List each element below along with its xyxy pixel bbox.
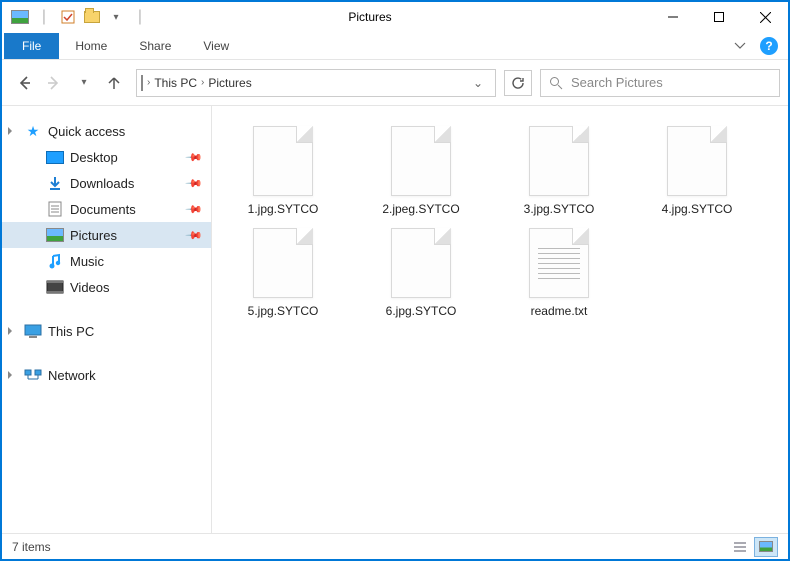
ribbon: File Home Share View ? [2, 32, 788, 60]
explorer-window: | ▾ | Pictures File Home Share View ? ▾ … [0, 0, 790, 561]
help-icon[interactable]: ? [760, 37, 778, 55]
sidebar-this-pc[interactable]: This PC [2, 318, 211, 344]
unknown-file-icon [391, 228, 451, 298]
window-controls [650, 2, 788, 32]
unknown-file-icon [391, 126, 451, 196]
file-name: 2.jpeg.SYTCO [382, 202, 459, 216]
sidebar-quick-access[interactable]: ★ Quick access [2, 118, 211, 144]
forward-button[interactable] [40, 69, 68, 97]
body: ★ Quick access Desktop📌Downloads📌Documen… [2, 106, 788, 533]
computer-icon [24, 323, 42, 339]
file-name: 6.jpg.SYTCO [386, 304, 457, 318]
pictures-icon [46, 227, 64, 243]
unknown-file-icon [529, 126, 589, 196]
properties-icon[interactable] [58, 7, 78, 27]
sidebar-item-label: This PC [48, 324, 201, 339]
sidebar-item-label: Music [70, 254, 201, 269]
documents-icon [46, 201, 64, 217]
star-icon: ★ [24, 123, 42, 139]
sidebar-item-label: Quick access [48, 124, 201, 139]
network-icon [24, 367, 42, 383]
view-large-icons-button[interactable] [754, 537, 778, 557]
navigation-toolbar: ▾ › This PC › Pictures ⌄ Search Pictures [2, 60, 788, 106]
downloads-icon [46, 175, 64, 191]
breadcrumb-this-pc[interactable]: This PC [154, 76, 197, 90]
file-name: 1.jpg.SYTCO [248, 202, 319, 216]
pin-icon: 📌 [185, 200, 204, 219]
videos-icon [46, 279, 64, 295]
sidebar-item-label: Videos [70, 280, 201, 295]
sidebar-item-downloads[interactable]: Downloads 📌 [2, 170, 211, 196]
sidebar-item-label: Pictures [70, 228, 181, 243]
file-item[interactable]: 1.jpg.SYTCO [228, 126, 338, 216]
pin-icon: 📌 [185, 226, 204, 245]
navigation-pane[interactable]: ★ Quick access Desktop📌Downloads📌Documen… [2, 106, 212, 533]
sidebar-item-label: Documents [70, 202, 181, 217]
file-item[interactable]: readme.txt [504, 228, 614, 318]
address-dropdown-icon[interactable]: ⌄ [465, 76, 491, 90]
text-file-icon [529, 228, 589, 298]
maximize-button[interactable] [696, 2, 742, 32]
app-icon [10, 7, 30, 27]
breadcrumb-current[interactable]: Pictures [208, 76, 251, 90]
search-icon [549, 76, 563, 90]
pin-icon: 📌 [185, 148, 204, 167]
item-count: 7 items [12, 540, 51, 554]
file-name: 4.jpg.SYTCO [662, 202, 733, 216]
minimize-button[interactable] [650, 2, 696, 32]
sidebar-item-videos[interactable]: Videos [2, 274, 211, 300]
window-title: Pictures [90, 10, 650, 24]
sidebar-item-music[interactable]: Music [2, 248, 211, 274]
location-pictures-icon [141, 76, 143, 90]
sidebar-item-label: Desktop [70, 150, 181, 165]
back-button[interactable] [10, 69, 38, 97]
tab-home[interactable]: Home [59, 33, 123, 59]
status-bar: 7 items [2, 533, 788, 559]
file-item[interactable]: 6.jpg.SYTCO [366, 228, 476, 318]
sidebar-item-desktop[interactable]: Desktop 📌 [2, 144, 211, 170]
file-name: 5.jpg.SYTCO [248, 304, 319, 318]
close-button[interactable] [742, 2, 788, 32]
file-name: 3.jpg.SYTCO [524, 202, 595, 216]
file-item[interactable]: 3.jpg.SYTCO [504, 126, 614, 216]
tab-share[interactable]: Share [123, 33, 187, 59]
file-item[interactable]: 5.jpg.SYTCO [228, 228, 338, 318]
sidebar-item-pictures[interactable]: Pictures 📌 [2, 222, 211, 248]
chevron-right-icon[interactable]: › [147, 77, 150, 88]
unknown-file-icon [253, 228, 313, 298]
pin-icon: 📌 [185, 174, 204, 193]
unknown-file-icon [253, 126, 313, 196]
unknown-file-icon [667, 126, 727, 196]
recent-locations-dropdown[interactable]: ▾ [70, 69, 98, 97]
sidebar-network[interactable]: Network [2, 362, 211, 388]
file-list[interactable]: 1.jpg.SYTCO 2.jpeg.SYTCO 3.jpg.SYTCO 4.jpg.… [212, 106, 788, 533]
refresh-button[interactable] [504, 70, 532, 96]
address-bar[interactable]: › This PC › Pictures ⌄ [136, 69, 496, 97]
search-placeholder: Search Pictures [571, 75, 663, 90]
music-icon [46, 253, 64, 269]
titlebar: | ▾ | Pictures [2, 2, 788, 32]
sidebar-item-label: Network [48, 368, 201, 383]
expand-ribbon-icon[interactable] [730, 37, 750, 55]
view-details-button[interactable] [728, 537, 752, 557]
qat-separator: | [34, 7, 54, 27]
file-item[interactable]: 4.jpg.SYTCO [642, 126, 752, 216]
sidebar-item-documents[interactable]: Documents 📌 [2, 196, 211, 222]
sidebar-item-label: Downloads [70, 176, 181, 191]
search-input[interactable]: Search Pictures [540, 69, 780, 97]
file-name: readme.txt [531, 304, 588, 318]
file-tab[interactable]: File [4, 33, 59, 59]
desktop-icon [46, 149, 64, 165]
tab-view[interactable]: View [187, 33, 245, 59]
file-item[interactable]: 2.jpeg.SYTCO [366, 126, 476, 216]
up-button[interactable] [100, 69, 128, 97]
chevron-right-icon[interactable]: › [201, 77, 204, 88]
